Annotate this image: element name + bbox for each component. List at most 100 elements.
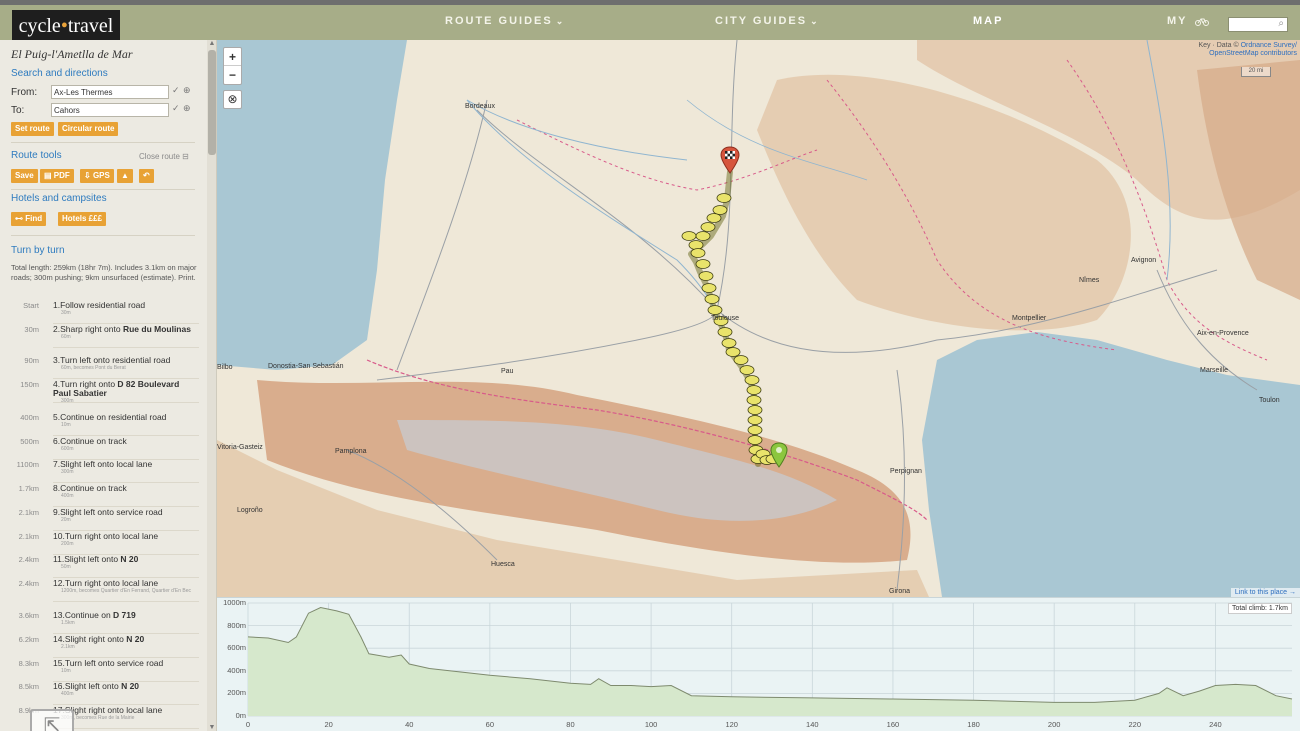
clear-route-icon[interactable]: ⊗ (223, 90, 242, 109)
turn-row[interactable]: 3.6km 13.Continue on D 719 1.5km (11, 611, 199, 634)
turn-row[interactable]: 1100m 7.Slight left onto local lane 300m (11, 460, 199, 483)
pdf-button[interactable]: ▤ PDF (40, 169, 74, 183)
turn-separator (53, 402, 199, 403)
turn-distance: 500m (20, 437, 39, 446)
turn-instruction: 5.Continue on residential road (53, 413, 199, 422)
turn-by-turn-heading: Turn by turn (11, 245, 65, 256)
crosshair-icon[interactable]: ⊕ (183, 85, 191, 96)
turn-segment-length: 300m (61, 469, 74, 475)
gps-label: GPS (92, 171, 110, 180)
city-label: Nîmes (1079, 277, 1100, 284)
city-label: Pamplona (335, 448, 367, 455)
zoom-in-button[interactable]: + (224, 48, 241, 66)
km-marker (701, 283, 717, 293)
zoom-out-button[interactable]: − (224, 66, 241, 84)
turn-row[interactable]: 150m 4.Turn right onto D 82 Boulevard Pau… (11, 380, 199, 404)
turn-text: Continue on (64, 610, 114, 620)
sidebar-scrollbar[interactable]: ▲ ▼ (207, 40, 216, 731)
elevation-button[interactable]: ▲ (117, 169, 133, 183)
turn-row[interactable]: 6.2km 14.Slight right onto N 20 2.1km (11, 635, 199, 658)
hotels-price-button[interactable]: Hotels £££ (58, 212, 107, 226)
km-marker (747, 405, 763, 415)
turn-instruction: 1.Follow residential road (53, 301, 199, 310)
turn-row[interactable]: 2.4km 11.Slight left onto N 20 50m (11, 555, 199, 578)
km-marker (698, 271, 714, 281)
magnifier-icon[interactable]: ⌕ (1278, 18, 1284, 29)
hotels-heading: Hotels and campsites (11, 193, 107, 204)
turn-instruction: 17.Slight right onto local lane (53, 706, 199, 715)
turn-text: Sharp right onto (60, 324, 123, 334)
turn-row[interactable]: 8.5km 16.Slight left onto N 20 400m (11, 682, 199, 705)
find-hotels-button[interactable]: ⊷ Find (11, 212, 47, 226)
x-tick-label: 0 (245, 720, 251, 729)
turn-distance: 8.3km (18, 659, 39, 668)
x-tick-label: 240 (1209, 720, 1222, 729)
set-route-button[interactable]: Set route (11, 122, 54, 136)
turn-row[interactable]: 8.3km 15.Turn left onto service road 10m (11, 659, 199, 682)
map-view[interactable]: Bordeaux Toulouse Pau Donostia-San Sebastiá… (217, 40, 1300, 597)
nav-route-guides-label: ROUTE GUIDES (445, 15, 553, 27)
scroll-down-icon[interactable]: ▼ (207, 724, 216, 731)
circular-route-button[interactable]: Circular route (58, 122, 119, 136)
link-to-this-place[interactable]: Link to this place → (1230, 588, 1300, 597)
y-tick-label: 200m (227, 688, 246, 698)
scroll-up-icon[interactable]: ▲ (207, 40, 216, 47)
from-input[interactable] (51, 85, 169, 99)
turn-row[interactable]: 2.4km 12.Turn right onto local lane 1200m,… (11, 579, 199, 602)
turn-separator (53, 728, 199, 729)
turn-text: Slight left onto service road (60, 507, 163, 517)
logo-text-left: cycle (18, 15, 61, 37)
turn-row[interactable]: 30m 2.Sharp right onto Rue du Moulinas 60m (11, 325, 199, 348)
route-tools-heading: Route tools (11, 150, 62, 161)
destination-pin-icon[interactable] (720, 146, 740, 174)
logo-text-right: travel (67, 15, 114, 37)
crosshair-icon[interactable]: ⊕ (183, 103, 191, 114)
turn-row[interactable]: 1.7km 8.Continue on track 400m (11, 484, 199, 507)
x-tick-label: 40 (405, 720, 414, 729)
turn-row[interactable]: 2.1km 10.Turn right onto local lane 200m (11, 532, 199, 555)
start-pin-icon[interactable] (770, 442, 788, 468)
to-input[interactable] (51, 103, 169, 117)
save-button[interactable]: Save (11, 169, 38, 183)
nav-my-account[interactable]: MY (1167, 15, 1210, 27)
turn-number: 14. (53, 634, 65, 644)
ordnance-survey-link[interactable]: Ordnance Survey/ (1241, 42, 1297, 49)
scrollbar-thumb[interactable] (208, 50, 216, 155)
nav-map[interactable]: MAP (973, 15, 1003, 27)
turn-instruction: 7.Slight left onto local lane (53, 460, 199, 469)
turn-row[interactable]: 90m 3.Turn left onto residential road 60m,… (11, 356, 199, 379)
elevation-profile[interactable]: 1000m 800m 600m 400m 200m 0m 0 20 40 60 80 100 120 1… (217, 597, 1300, 731)
km-marker (746, 385, 762, 395)
close-route-link[interactable]: Close route ⊟ (139, 152, 189, 161)
checkmark-icon[interactable]: ✓ (172, 85, 180, 96)
x-tick-label: 20 (324, 720, 333, 729)
city-label: Toulon (1259, 397, 1280, 404)
nav-city-guides[interactable]: CITY GUIDES ⌄ (715, 15, 820, 27)
turn-segment-length: 400m (61, 691, 74, 697)
turn-row[interactable]: 400m 5.Continue on residential road 10m (11, 413, 199, 436)
nav-route-guides[interactable]: ROUTE GUIDES ⌄ (445, 15, 565, 27)
turn-row[interactable]: 2.1km 9.Slight left onto service road 20m (11, 508, 199, 531)
km-marker (746, 395, 762, 405)
checkmark-icon[interactable]: ✓ (172, 103, 180, 114)
turn-instruction: 9.Slight left onto service road (53, 508, 199, 517)
share-button[interactable]: ⇱ (30, 709, 74, 731)
find-label: Find (25, 214, 43, 223)
header-search-input[interactable]: ⌕ (1228, 17, 1288, 32)
osm-contributors-link[interactable]: OpenStreetMap contributors (1209, 50, 1297, 57)
gps-button[interactable]: ⇩ GPS (80, 169, 114, 183)
turn-row[interactable]: 500m 6.Continue on track 600m (11, 437, 199, 460)
km-marker (716, 193, 732, 203)
turn-segment-length: 60m (61, 334, 71, 340)
turn-row[interactable]: Start 1.Follow residential road 30m (11, 301, 199, 324)
x-tick-label: 180 (967, 720, 980, 729)
place-title: El Puig-l'Ametlla de Mar (11, 47, 133, 61)
km-marker (707, 305, 723, 315)
turn-road-name: N 20 (126, 634, 145, 644)
y-tick-label: 800m (227, 620, 246, 630)
km-marker (733, 355, 749, 365)
undo-button[interactable]: ↶ (139, 169, 154, 183)
elevation-chart (247, 602, 1293, 717)
km-marker (681, 231, 697, 241)
turn-number: 13. (53, 610, 65, 620)
